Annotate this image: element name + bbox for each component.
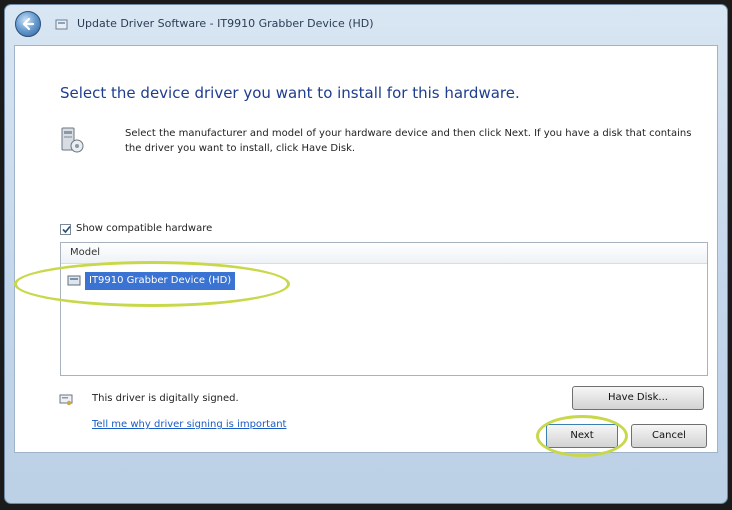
show-compatible-label: Show compatible hardware <box>76 223 213 234</box>
hardware-device-icon <box>61 127 84 153</box>
window-title: Update Driver Software - IT9910 Grabber … <box>77 17 374 30</box>
model-header-label: Model <box>70 247 101 258</box>
back-button[interactable] <box>15 11 41 37</box>
have-disk-button[interactable]: Have Disk... <box>572 386 704 410</box>
page-heading: Select the device driver you want to ins… <box>60 84 520 102</box>
show-compatible-checkbox[interactable] <box>60 224 71 235</box>
driver-package-icon <box>55 19 68 30</box>
title-bar: Update Driver Software - IT9910 Grabber … <box>5 5 727 45</box>
driver-signing-link[interactable]: Tell me why driver signing is important <box>92 419 286 430</box>
update-driver-dialog: Update Driver Software - IT9910 Grabber … <box>4 4 728 504</box>
instruction-text: Select the manufacturer and model of you… <box>125 128 692 154</box>
driver-signed-text: This driver is digitally signed. <box>92 393 239 404</box>
highlight-annotation-model <box>14 261 290 307</box>
certificate-icon <box>59 394 73 406</box>
content-panel: Select the device driver you want to ins… <box>14 45 718 453</box>
back-arrow-icon <box>22 17 35 31</box>
checkmark-icon <box>62 225 71 234</box>
cancel-button[interactable]: Cancel <box>631 424 707 448</box>
highlight-annotation-next <box>536 415 628 457</box>
dialog-footer <box>5 453 727 503</box>
